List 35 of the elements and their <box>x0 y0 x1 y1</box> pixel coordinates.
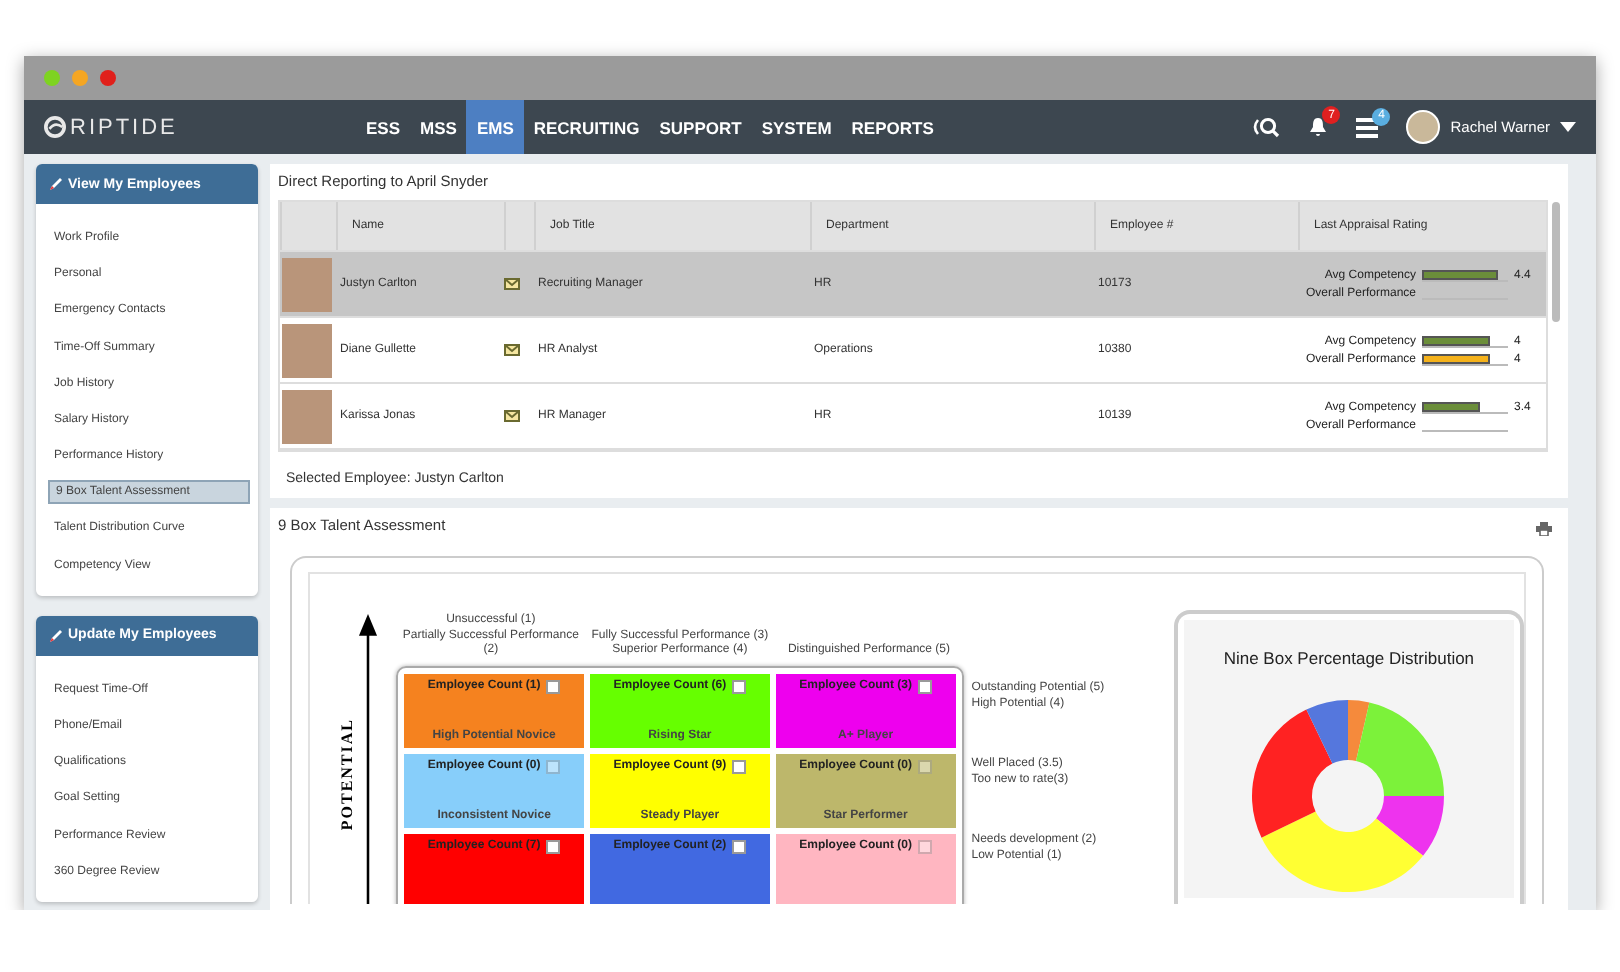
nav-tab[interactable]: SYSTEM <box>751 100 842 154</box>
envelope-icon[interactable] <box>504 410 520 422</box>
pencil-icon <box>50 178 62 190</box>
printer-icon[interactable] <box>1536 522 1552 536</box>
scrollbar[interactable] <box>1552 202 1560 322</box>
envelope-icon[interactable] <box>504 278 520 290</box>
checkbox[interactable] <box>546 679 561 693</box>
nav-tab[interactable]: MSS <box>410 100 467 154</box>
checkbox[interactable] <box>732 759 747 773</box>
bell-icon[interactable] <box>1308 116 1329 138</box>
window-control-dot[interactable] <box>44 70 60 86</box>
logo-icon <box>44 116 66 138</box>
envelope-icon[interactable] <box>504 344 520 356</box>
checkbox[interactable] <box>732 839 747 853</box>
chart-title: Nine Box Percentage Distribution <box>1223 648 1475 668</box>
logo-text: RIPTIDE <box>70 115 178 139</box>
pencil-icon <box>50 629 62 642</box>
window-control-dot[interactable] <box>100 70 116 86</box>
nav-tab[interactable]: ESS <box>356 100 411 154</box>
nav-tab[interactable]: REPORTS <box>841 100 944 154</box>
caret-icon[interactable] <box>1560 122 1576 132</box>
nav-tab[interactable]: SUPPORT <box>649 100 752 154</box>
photo-placeholder <box>282 389 332 443</box>
list-icon[interactable] <box>1356 117 1379 137</box>
nav-tab[interactable]: EMS <box>466 100 524 154</box>
avatar[interactable] <box>1406 110 1441 144</box>
nav-tab[interactable]: RECRUITING <box>523 100 650 154</box>
window-control-dot[interactable] <box>72 70 88 86</box>
checkbox[interactable] <box>917 679 932 693</box>
photo-placeholder <box>282 257 332 311</box>
checkbox[interactable] <box>732 679 747 693</box>
checkbox[interactable] <box>546 839 561 853</box>
photo-placeholder <box>282 323 332 377</box>
axis-label: POTENTIAL <box>338 718 356 831</box>
search-icon[interactable] <box>1252 116 1281 138</box>
